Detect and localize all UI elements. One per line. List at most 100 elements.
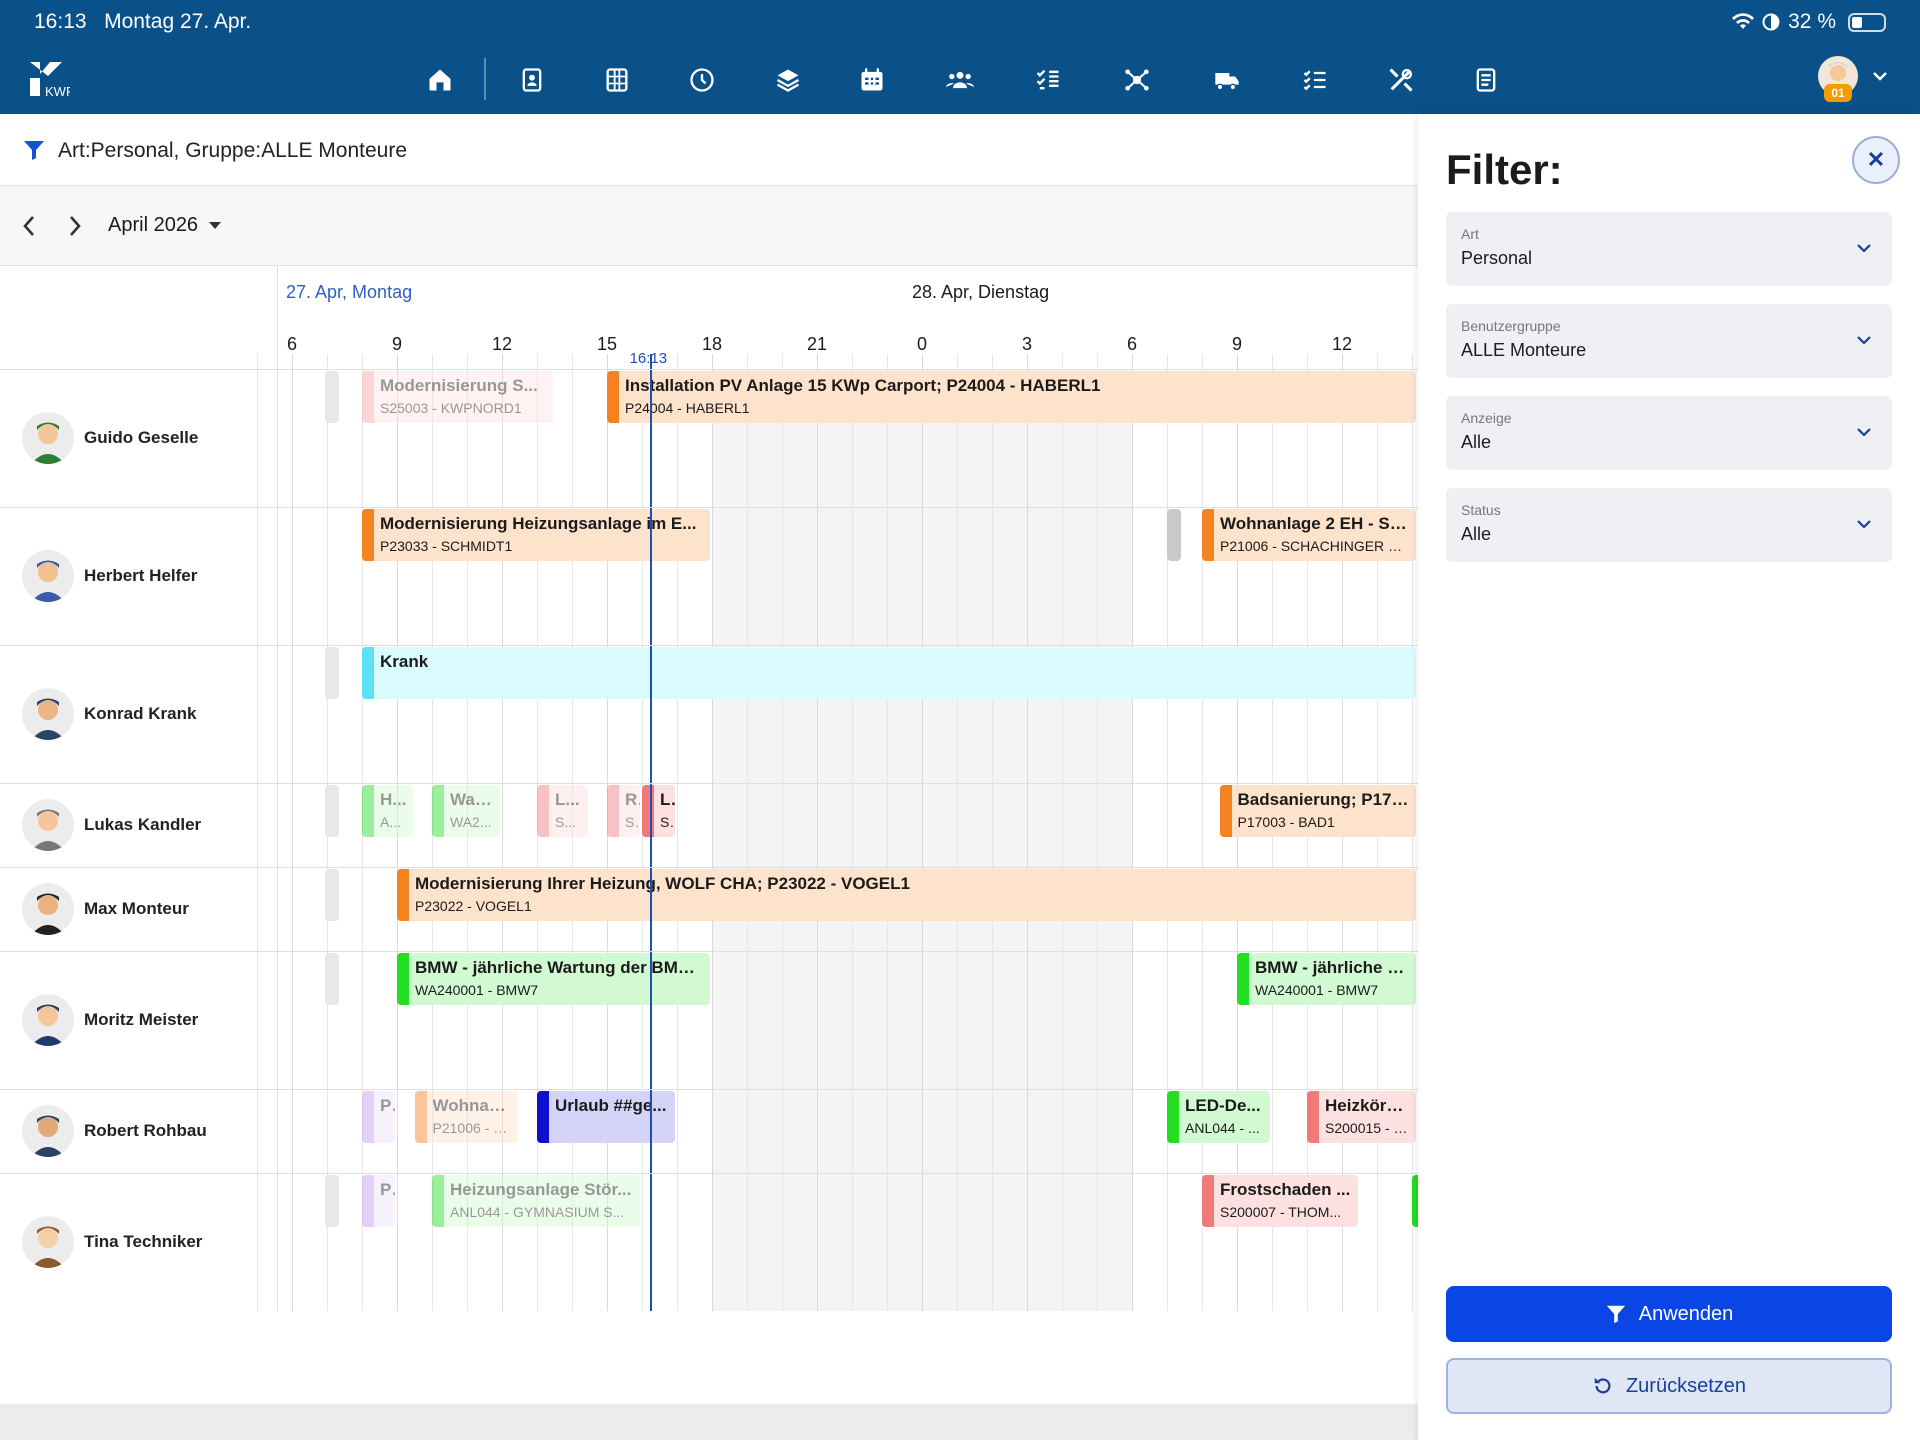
clock-icon[interactable] — [682, 60, 722, 100]
avatar — [22, 883, 74, 935]
home-icon[interactable] — [420, 60, 460, 100]
close-panel-button[interactable]: ✕ — [1852, 136, 1900, 184]
calendar-icon[interactable] — [852, 60, 892, 100]
tools-icon[interactable] — [1381, 60, 1421, 100]
schedule-event[interactable]: LED-De... ANL044 - ... — [1167, 1091, 1270, 1143]
hour-label: 6 — [286, 334, 298, 354]
event-color-bar — [1167, 1091, 1179, 1143]
event-subtitle: ANL044 - GYMNASIUM S... — [450, 1204, 625, 1220]
resource-row[interactable]: Tina Techniker — [0, 1173, 278, 1311]
users-icon[interactable] — [940, 60, 980, 100]
layers-icon[interactable] — [768, 60, 808, 100]
schedule-event[interactable]: War... WA2... — [432, 785, 500, 837]
schedule-event[interactable]: Heizkörpe... S200015 - M... — [1307, 1091, 1416, 1143]
event-subtitle: WA240001 - BMW7 — [415, 982, 539, 998]
art-select[interactable]: Art Personal — [1446, 212, 1892, 286]
chevron-down-icon — [1857, 244, 1871, 253]
timeline: 27. Apr, Montag 28. Apr, Dienstag 6 9 12 15… — [257, 266, 1418, 1311]
battery-icon — [1848, 12, 1886, 32]
event-title: Krank — [380, 652, 429, 671]
field-label: Status — [1461, 502, 1501, 518]
hour-label: 6 — [1126, 334, 1138, 354]
resource-name: Herbert Helfer — [84, 566, 198, 585]
avatar — [22, 1105, 74, 1157]
resource-row[interactable]: Moritz Meister — [0, 951, 278, 1089]
event-color-bar — [1307, 1091, 1319, 1143]
filter-summary-text: Art:Personal, Gruppe:ALLE Monteure — [58, 139, 408, 162]
anzeige-select[interactable]: Anzeige Alle — [1446, 396, 1892, 470]
event-title: War... — [450, 790, 495, 809]
filter-summary-bar[interactable]: Art:Personal, Gruppe:ALLE Monteure — [0, 114, 1418, 186]
resource-row[interactable]: Herbert Helfer — [0, 507, 278, 645]
schedule-event[interactable]: BMW - jährliche Wartung der BMA... WA2400… — [397, 953, 710, 1005]
event-color-bar — [432, 1175, 444, 1227]
event-subtitle: S — [625, 814, 635, 830]
event-subtitle: P21006 - SCHAC... — [432, 1120, 518, 1136]
reset-label: Zurücksetzen — [1625, 1374, 1747, 1397]
schedule-event[interactable]: RS — [607, 785, 640, 837]
resource-row[interactable]: Max Monteur — [0, 867, 278, 951]
avatar — [22, 799, 74, 851]
contacts-icon[interactable] — [512, 60, 552, 100]
schedule-event[interactable]: Heizungsanlage Stör... ANL044 - GYMNASIUM… — [432, 1175, 640, 1227]
grid-line — [957, 354, 958, 1311]
checklist-icon[interactable] — [1028, 60, 1068, 100]
panel-title: Filter: — [1446, 146, 1563, 193]
schedule-event[interactable]: BMW - jährliche Wartu WA240001 - BMW7 — [1237, 953, 1416, 1005]
event-color-bar — [397, 869, 409, 921]
truck-icon[interactable] — [1207, 60, 1247, 100]
event-subtitle: P23022 - VOGEL1 — [415, 898, 532, 914]
schedule-event[interactable]: Installation PV Anlage 15 KWp Carport; P… — [607, 371, 1416, 423]
schedule-event[interactable]: Modernisierung S... S25003 - KWPNORD1 — [362, 371, 553, 423]
hour-label: 0 — [916, 334, 928, 354]
benutzergruppe-select[interactable]: Benutzergruppe ALLE Monteure — [1446, 304, 1892, 378]
placeholder-marker — [325, 371, 339, 423]
resource-name: Guido Geselle — [84, 428, 199, 447]
reset-button[interactable]: Zurücksetzen — [1446, 1358, 1892, 1414]
schedule-event[interactable]: LS — [642, 785, 675, 837]
month-dropdown[interactable]: April 2026 — [108, 214, 222, 237]
network-icon[interactable] — [1117, 60, 1157, 100]
schedule-event[interactable]: Wohnanlage 2... P21006 - SCHAC... — [414, 1091, 518, 1143]
battery-percent: 32 % — [1788, 10, 1836, 33]
row-separator — [0, 1173, 1418, 1174]
document-icon[interactable] — [1466, 60, 1506, 100]
resource-row[interactable]: Konrad Krank — [0, 645, 278, 783]
event-title: Installation PV Anlage 15 KWp Carport; P… — [625, 376, 1101, 395]
hour-label: 9 — [391, 334, 403, 354]
schedule-event[interactable]: Modernisierung Ihrer Heizung, WOLF CHA; … — [397, 869, 1416, 921]
next-month-button[interactable] — [64, 212, 86, 240]
event-color-bar — [1237, 953, 1249, 1005]
schedule-event[interactable]: P — [362, 1175, 395, 1227]
schedule-event[interactable]: P — [362, 1091, 395, 1143]
resource-row[interactable]: Lukas Kandler — [0, 783, 278, 867]
grid-icon[interactable] — [597, 60, 637, 100]
resource-name: Lukas Kandler — [84, 815, 202, 834]
resource-row[interactable]: Guido Geselle — [0, 369, 278, 507]
event-color-bar — [1202, 509, 1214, 561]
grid-line — [782, 354, 783, 1311]
schedule-event[interactable]: Wohnanlage 2 EH - Schach P21006 - SCHACHI… — [1202, 509, 1416, 561]
event-title: Modernisierung S... — [380, 376, 538, 395]
previous-month-button[interactable] — [18, 212, 40, 240]
schedule-event[interactable]: Frostschaden ... S200007 - THOM... — [1202, 1175, 1358, 1227]
apply-button[interactable]: Anwenden — [1446, 1286, 1892, 1342]
grid-line — [1062, 354, 1063, 1311]
event-title: Urlaub ##ge... — [555, 1096, 667, 1115]
close-icon: ✕ — [1866, 147, 1886, 172]
chevron-down-icon[interactable] — [1870, 66, 1890, 86]
tasks-icon[interactable] — [1295, 60, 1335, 100]
schedule-event[interactable]: Modernisierung Heizungsanlage im E... P23… — [362, 509, 710, 561]
hour-label: 21 — [806, 334, 828, 354]
resource-row[interactable]: Robert Rohbau — [0, 1089, 278, 1173]
current-time-line — [649, 354, 652, 1311]
grid-line — [852, 354, 853, 1311]
event-subtitle: WA2... — [450, 814, 492, 830]
schedule-event[interactable]: Badsanierung; P170... P17003 - BAD1 — [1219, 785, 1416, 837]
schedule-event[interactable]: Urlaub ##ge... — [537, 1091, 675, 1143]
schedule-event[interactable]: Krank — [362, 647, 1416, 699]
grid-line — [922, 354, 923, 1311]
status-select[interactable]: Status Alle — [1446, 488, 1892, 562]
schedule-event[interactable]: L... S... — [537, 785, 588, 837]
schedule-event[interactable]: H... A... — [362, 785, 413, 837]
